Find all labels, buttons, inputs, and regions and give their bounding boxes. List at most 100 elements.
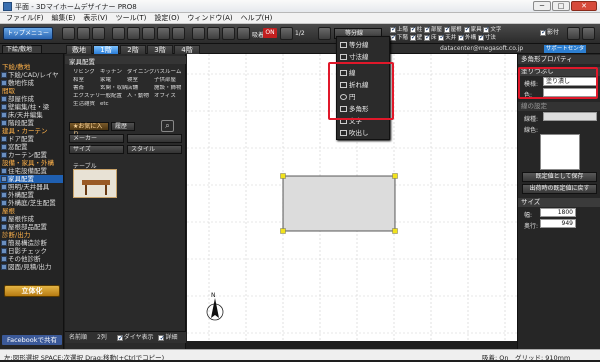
cat-kids[interactable]: 子供部屋 [154,77,181,83]
cat-kitchen[interactable]: キッチン [100,69,127,75]
history-tab[interactable]: 履歴 [111,122,135,131]
tab-floor-1[interactable]: 1階 [93,45,119,54]
item-equipment[interactable]: 住宅設備配置 [0,167,63,175]
check-ceiling[interactable]: 天井 [438,33,456,41]
check-exterior[interactable]: 外構 [458,33,476,41]
undo-icon[interactable] [92,27,105,40]
dd-equal-line[interactable]: 等分線 [339,39,389,51]
check-wall[interactable]: 壁 [409,33,422,41]
item-shadow[interactable]: 日影チェック [0,247,63,255]
item-door[interactable]: ドア配置 [0,135,63,143]
check-text[interactable]: 文字 [483,25,501,33]
snap-toggle[interactable]: ON [263,28,277,38]
check-dimension[interactable]: 寸法 [477,33,496,41]
maximize-button[interactable]: □ [552,1,570,11]
depth-input[interactable]: 949 [540,219,576,228]
menu-tools[interactable]: ツール(T) [116,13,147,24]
check-lower[interactable]: 下階 [390,33,408,41]
item-furniture[interactable]: 家具配置 [0,175,63,183]
search-icon[interactable]: ⌕ [161,120,174,132]
cat-goods[interactable]: 生活雑貨 [73,101,100,107]
print-icon[interactable] [567,27,580,40]
save-default-button[interactable]: 既定値として保存 [522,172,597,182]
cat-office[interactable]: オフィス [154,93,181,99]
item-floor[interactable]: 床/天井編集 [0,111,63,119]
cut-icon[interactable] [112,27,125,40]
table-thumbnail[interactable] [73,169,117,198]
cat-general[interactable]: 一般配置 [100,93,127,99]
item-garden[interactable]: 外構庭/芝生配置 [0,199,63,207]
select-icon[interactable] [62,27,75,40]
item-stairs[interactable]: 階段配置 [0,119,63,127]
cat-etc[interactable]: etc [100,101,127,107]
size-filter[interactable]: サイズ [69,145,124,154]
cat-exterior[interactable]: エクステリア [73,93,100,99]
left-panel-dropdown[interactable]: 下絵/敷地 [2,45,42,54]
menu-view[interactable]: 表示(V) [83,13,107,24]
item-output[interactable]: 図面/見積/出力 [0,263,63,271]
close-button[interactable]: ✕ [571,1,597,11]
cat-shop[interactable]: 店舗 [127,85,154,91]
maker-filter[interactable]: メーカー [69,134,124,143]
help-icon[interactable] [582,27,595,40]
columns-2[interactable]: 2列 [97,334,107,341]
cat-appliance[interactable]: 家電 [100,77,127,83]
check-shadow[interactable]: 影付 [540,27,559,36]
copy-icon[interactable] [127,27,140,40]
cat-people[interactable]: 人・動物 [127,93,154,99]
zoom-out-icon[interactable] [207,27,220,40]
line-pattern-select[interactable] [543,112,597,121]
cat-study[interactable]: 書斎 [73,85,100,91]
item-structure[interactable]: 簡易構造診断 [0,239,63,247]
item-lighting[interactable]: 照明/天井器具 [0,183,63,191]
item-site-create[interactable]: 敷地作成 [0,79,63,87]
delete-icon[interactable] [157,27,170,40]
width-input[interactable]: 1800 [540,208,576,217]
check-floor[interactable]: 床 [424,33,437,41]
cat-living[interactable]: リビング [73,69,100,75]
cat-entrance[interactable]: 玄関・収納 [100,85,127,91]
item-window[interactable]: 窓配置 [0,143,63,151]
render-3d-button[interactable]: 立体化 [4,285,60,297]
rotate-icon[interactable] [172,27,185,40]
tab-floor-4[interactable]: 4階 [174,45,200,54]
menu-edit[interactable]: 編集(E) [52,13,76,24]
selected-polygon[interactable] [282,175,396,232]
item-other-diag[interactable]: その他診断 [0,255,63,263]
dd-balloon[interactable]: 吹出し [339,127,389,139]
style-filter[interactable]: スタイル [127,145,182,154]
item-wall[interactable]: 壁編集/柱・梁 [0,103,63,111]
fit-icon[interactable] [222,27,235,40]
cat-bedroom[interactable]: 寝室 [127,77,154,83]
top-menu-button[interactable]: トップメニュー [3,27,53,40]
zoom-in-icon[interactable] [192,27,205,40]
maker-filter-2[interactable] [127,134,182,143]
restore-default-button[interactable]: 出荷時の既定値に戻す [522,184,597,194]
paste-icon[interactable] [142,27,155,40]
menu-window[interactable]: ウィンドウ(A) [187,13,232,24]
menu-file[interactable]: ファイル(F) [6,13,44,24]
diamond-view[interactable]: ダイヤ表示 [116,333,154,344]
pencil-icon[interactable] [318,27,331,40]
favorite-tab[interactable]: ★お気に入り [69,122,109,138]
cat-dining[interactable]: ダイニング [127,69,154,75]
detail-view[interactable]: 詳細 [158,333,177,344]
item-exterior[interactable]: 外構配置 [0,191,63,199]
cat-facility[interactable]: 施設・飾物 [154,85,181,91]
grid-icon[interactable] [237,27,250,40]
ratio-label[interactable]: 1/2 [295,30,305,37]
menu-settings[interactable]: 設定(O) [154,13,179,24]
email-text[interactable]: datacenter@megasoft.co.jp [440,45,523,52]
item-cad-layer[interactable]: 下絵/CAD/レイヤ [0,71,63,79]
menu-help[interactable]: ヘルプ(H) [241,13,273,24]
move-icon[interactable] [77,27,90,40]
minimize-button[interactable]: ─ [533,1,551,11]
item-roof-create[interactable]: 屋根作成 [0,215,63,223]
item-roof-parts[interactable]: 屋根部品配置 [0,223,63,231]
facebook-share-button[interactable]: Facebookで共有 [2,335,62,345]
tab-site[interactable]: 敷地 [66,45,92,54]
tab-floor-2[interactable]: 2階 [120,45,146,54]
tab-floor-3[interactable]: 3階 [147,45,173,54]
layer-icon[interactable] [280,27,293,40]
item-room[interactable]: 部屋作成 [0,95,63,103]
